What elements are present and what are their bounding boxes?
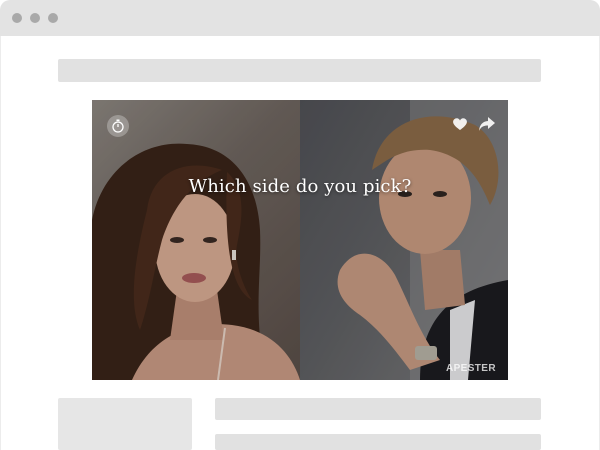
text-line-placeholder (215, 398, 541, 420)
poll-widget: Which side do you pick? APESTER (92, 100, 508, 380)
stopwatch-icon[interactable] (107, 115, 129, 137)
thumbnail-placeholder (58, 398, 192, 450)
share-arrow-icon[interactable] (478, 116, 496, 132)
window-dot-minimize[interactable] (30, 13, 40, 23)
window-dot-close[interactable] (12, 13, 22, 23)
heart-icon[interactable] (452, 117, 468, 131)
apester-logo: APESTER (445, 363, 496, 374)
browser-chrome (0, 0, 600, 36)
window-dot-maximize[interactable] (48, 13, 58, 23)
header-placeholder (58, 59, 541, 82)
text-line-placeholder (215, 434, 541, 450)
image-dim-overlay (92, 100, 508, 380)
poll-question: Which side do you pick? (188, 176, 412, 197)
